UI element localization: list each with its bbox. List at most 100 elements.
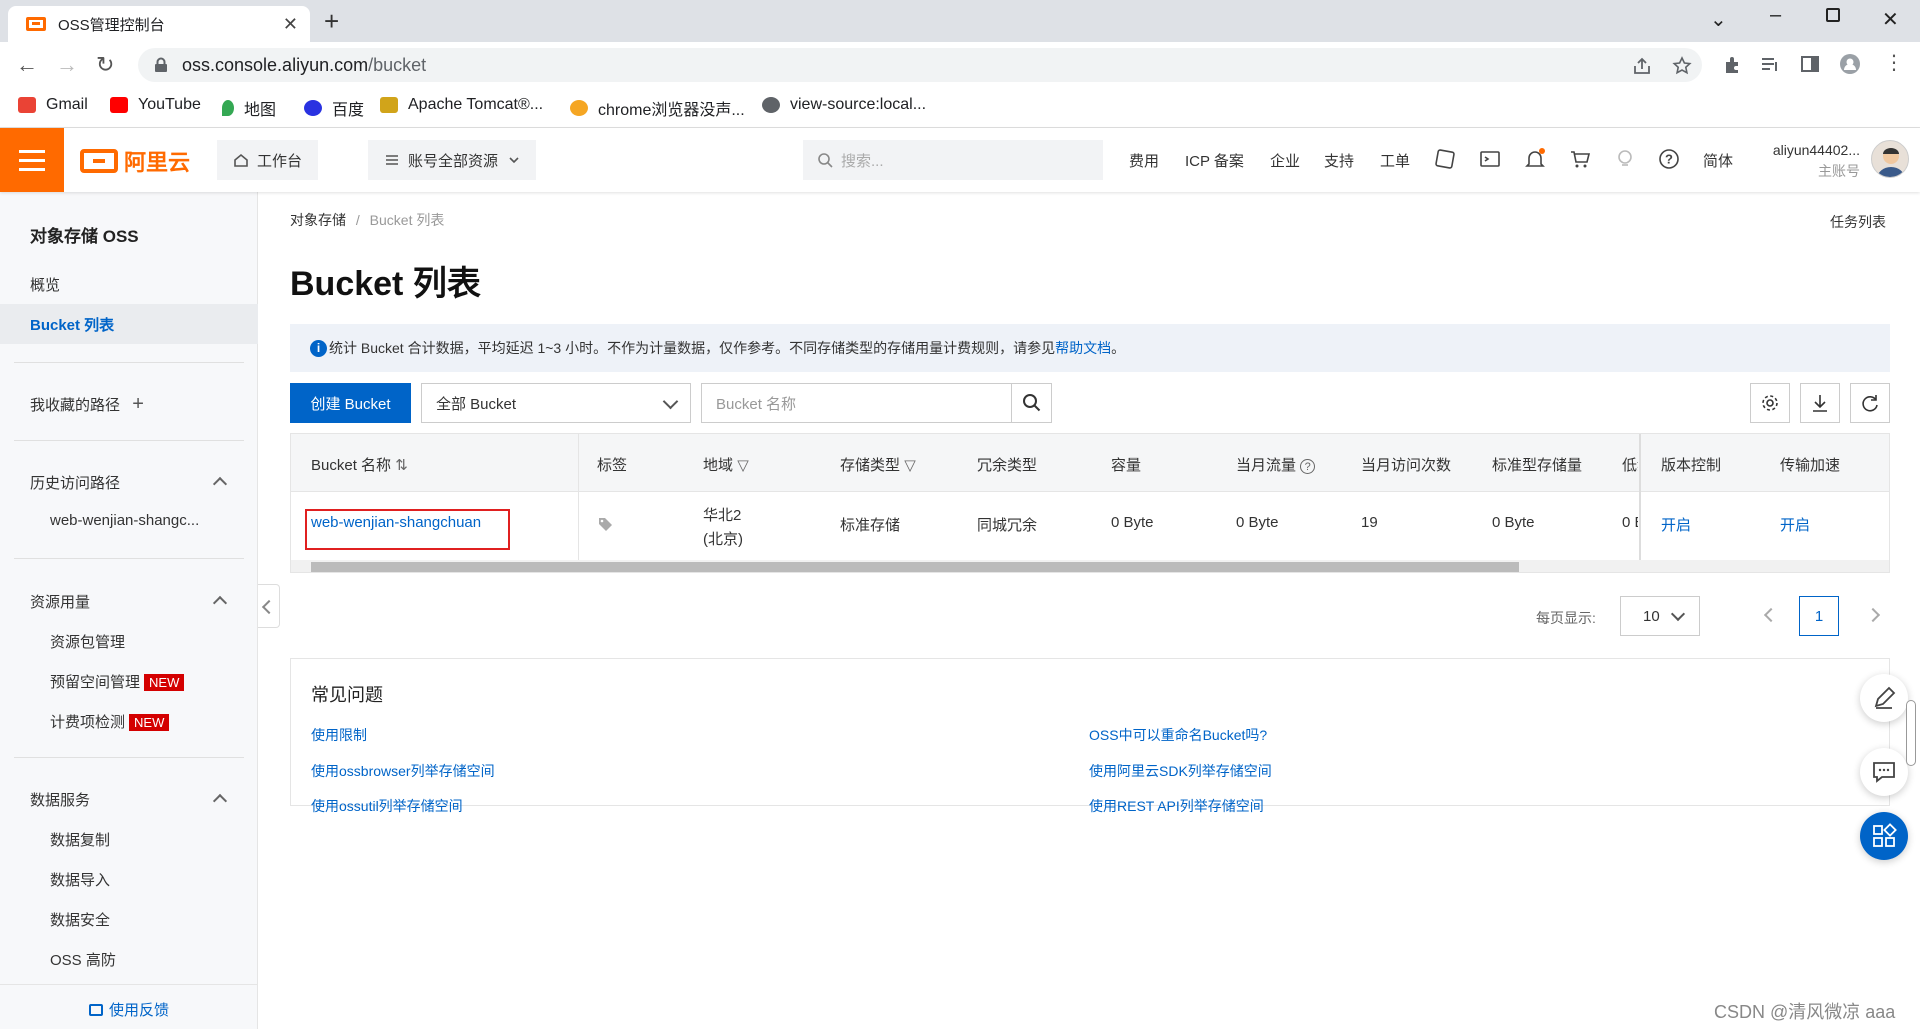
edit-float-button[interactable] [1860, 674, 1908, 722]
bookmark-youtube[interactable]: YouTube [110, 96, 201, 114]
sidebar-item-oss-ddos[interactable]: OSS 高防 [50, 949, 116, 970]
bucket-search-input[interactable]: Bucket 名称 [701, 383, 1052, 423]
faq-link[interactable]: 使用REST API列举存储空间 [1089, 796, 1264, 816]
scrollbar-thumb[interactable] [311, 562, 1519, 572]
sidebar-collapse-button[interactable] [258, 584, 280, 628]
aliyun-logo[interactable]: 阿里云 [80, 145, 190, 177]
chevron-up-icon[interactable] [212, 793, 228, 809]
bookmark-view-source[interactable]: view-source:local... [762, 96, 926, 114]
sidebar-group-data-services[interactable]: 数据服务 [30, 789, 90, 810]
reload-icon[interactable]: ↻ [96, 52, 114, 78]
lightbulb-icon[interactable] [1614, 148, 1636, 170]
bookmark-baidu[interactable]: 百度 [304, 96, 364, 120]
faq-link[interactable]: 使用ossutil列举存储空间 [311, 796, 463, 816]
table-horizontal-scrollbar[interactable] [291, 560, 1889, 572]
browser-tab[interactable]: OSS管理控制台 ✕ [8, 6, 310, 42]
faq-link[interactable]: OSS中可以重命名Bucket吗? [1089, 725, 1267, 745]
sidebar-item-data-security[interactable]: 数据安全 [50, 909, 110, 930]
versioning-enable-link[interactable]: 开启 [1661, 514, 1691, 535]
sidebar-group-usage[interactable]: 资源用量 [30, 591, 90, 612]
refresh-button[interactable] [1850, 383, 1890, 423]
bucket-filter-select[interactable]: 全部 Bucket [421, 383, 691, 423]
nav-ticket[interactable]: 工单 [1380, 150, 1410, 171]
add-favorite-icon[interactable]: + [132, 393, 144, 415]
back-icon[interactable]: ← [16, 52, 38, 78]
sort-icon[interactable]: ⇅ [395, 457, 408, 474]
minimize-icon[interactable]: – [1770, 4, 1781, 27]
faq-link[interactable]: 使用阿里云SDK列举存储空间 [1089, 761, 1272, 781]
reading-list-icon[interactable] [1760, 54, 1780, 74]
acceleration-enable-link[interactable]: 开启 [1780, 514, 1810, 535]
notification-bell-icon[interactable] [1524, 148, 1546, 170]
bookmark-tomcat[interactable]: Apache Tomcat®... [380, 96, 543, 114]
chat-float-button[interactable] [1860, 748, 1908, 796]
search-button[interactable] [1011, 384, 1051, 422]
bookmark-chrome-sound[interactable]: chrome浏览器没声... [570, 96, 745, 120]
feedback-button[interactable]: 使用反馈 [0, 984, 258, 1029]
bookmark-gmail[interactable]: Gmail [18, 96, 88, 114]
filter-icon[interactable]: ▽ [904, 457, 916, 474]
help-icon[interactable]: ? [1658, 148, 1680, 170]
menu-hamburger-icon[interactable] [0, 128, 64, 192]
help-icon[interactable]: ? [1300, 459, 1316, 474]
next-page-icon[interactable] [1865, 607, 1881, 623]
chevron-up-icon[interactable] [212, 595, 228, 611]
col-region[interactable]: 地域 ▽ [703, 454, 749, 475]
create-bucket-button[interactable]: 创建 Bucket [290, 383, 411, 423]
resources-dropdown[interactable]: 账号全部资源 [368, 140, 537, 180]
prev-page-icon[interactable] [1763, 607, 1779, 623]
side-panel-icon[interactable] [1800, 54, 1820, 74]
sidebar-item-resource-packages[interactable]: 资源包管理 [50, 631, 125, 652]
extensions-icon[interactable] [1722, 54, 1742, 74]
workbench-button[interactable]: 工作台 [217, 140, 319, 180]
sidebar-item-billing-check[interactable]: 计费项检测 NEW [50, 711, 170, 732]
filter-icon[interactable]: ▽ [737, 457, 749, 474]
sidebar-item-history-bucket[interactable]: web-wenjian-shangc... [50, 512, 199, 529]
col-storage-type[interactable]: 存储类型 ▽ [840, 454, 916, 475]
menu-dots-icon[interactable]: ⋮ [1884, 50, 1904, 75]
sidebar-item-data-replication[interactable]: 数据复制 [50, 829, 110, 850]
sidebar-group-history[interactable]: 历史访问路径 [30, 472, 120, 493]
breadcrumb-root[interactable]: 对象存储 [290, 212, 346, 228]
forward-icon[interactable]: → [56, 52, 78, 78]
sidebar-item-overview[interactable]: 概览 [30, 274, 60, 295]
col-bucket-name[interactable]: Bucket 名称 ⇅ [311, 454, 408, 475]
bookmark-maps[interactable]: 地图 [222, 96, 276, 120]
faq-link[interactable]: 使用限制 [311, 725, 367, 745]
task-list-link[interactable]: 任务列表 [1830, 212, 1886, 232]
tab-close-icon[interactable]: ✕ [283, 14, 298, 35]
sidebar-item-reserved-space[interactable]: 预留空间管理 NEW [50, 671, 185, 692]
download-button[interactable] [1800, 383, 1840, 423]
terminal-icon[interactable] [1479, 148, 1501, 170]
console-search-input[interactable]: 搜索... [803, 140, 1103, 180]
maximize-icon[interactable] [1826, 8, 1840, 22]
nav-support[interactable]: 支持 [1324, 150, 1354, 171]
sidebar-item-favorites[interactable]: 我收藏的路径 + [30, 393, 144, 416]
chevron-up-icon[interactable] [212, 476, 228, 492]
user-menu[interactable]: aliyun44402... 主账号 [1760, 142, 1860, 181]
page-vertical-scrollbar[interactable] [1906, 700, 1916, 766]
nav-icp[interactable]: ICP 备案 [1185, 150, 1244, 171]
bookmark-star-icon[interactable] [1672, 56, 1692, 76]
sidebar-item-data-import[interactable]: 数据导入 [50, 869, 110, 890]
help-doc-link[interactable]: 帮助文档 [1055, 338, 1111, 358]
nav-enterprise[interactable]: 企业 [1270, 150, 1300, 171]
language-switch[interactable]: 简体 [1703, 150, 1733, 171]
cart-icon[interactable] [1569, 148, 1591, 170]
new-tab-button[interactable]: + [324, 8, 339, 34]
tab-search-icon[interactable]: ⌄ [1710, 7, 1727, 32]
profile-icon[interactable] [1840, 54, 1860, 74]
per-page-select[interactable]: 10 [1620, 596, 1700, 636]
sidebar-item-bucket-list[interactable]: Bucket 列表 [0, 304, 258, 344]
page-number-current[interactable]: 1 [1799, 596, 1839, 636]
api-icon[interactable] [1434, 148, 1456, 170]
tag-icon[interactable] [597, 516, 613, 532]
faq-link[interactable]: 使用ossbrowser列举存储空间 [311, 761, 495, 781]
apps-float-button[interactable] [1860, 812, 1908, 860]
address-bar[interactable]: oss.console.aliyun.com/bucket [138, 48, 1702, 82]
bucket-name-link[interactable]: web-wenjian-shangchuan [311, 514, 481, 531]
settings-button[interactable] [1750, 383, 1790, 423]
nav-fees[interactable]: 费用 [1129, 150, 1159, 171]
share-icon[interactable] [1632, 56, 1652, 76]
avatar[interactable] [1871, 140, 1909, 178]
